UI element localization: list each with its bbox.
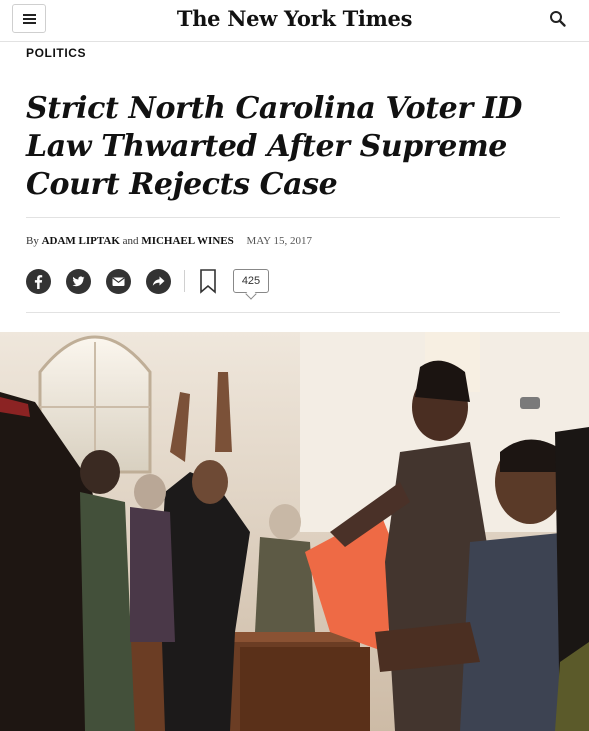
bookmark-icon[interactable] (199, 268, 217, 294)
facebook-share-button[interactable] (26, 268, 51, 294)
byline-joiner: and (122, 235, 139, 247)
speech-bubble-tail (245, 288, 257, 300)
publish-date: MAY 15, 2017 (246, 235, 312, 247)
share-toolbar: 425 (26, 266, 269, 300)
article-photo[interactable] (0, 332, 589, 731)
more-share-button[interactable] (146, 268, 171, 294)
email-share-button[interactable] (106, 268, 131, 294)
byline-prefix: By (26, 235, 39, 247)
twitter-share-button[interactable] (66, 268, 91, 294)
comment-count: 425 (241, 275, 261, 287)
comments-button[interactable]: 425 (233, 269, 269, 300)
share-arrow-icon (152, 276, 165, 286)
divider (26, 312, 560, 313)
section-label[interactable]: POLITICS (26, 46, 86, 60)
byline: By ADAM LIPTAK and MICHAEL WINES MAY 15,… (26, 235, 312, 247)
author-link[interactable]: MICHAEL WINES (141, 235, 233, 247)
toolbar-separator (184, 270, 185, 292)
search-icon[interactable] (549, 10, 567, 28)
article-headline: Strict North Carolina Voter ID Law Thwar… (26, 91, 523, 202)
email-icon (112, 277, 125, 286)
author-link[interactable]: ADAM LIPTAK (42, 235, 120, 247)
divider (26, 217, 560, 218)
twitter-icon (72, 275, 85, 286)
nyt-logo[interactable]: The New York Times (0, 6, 589, 31)
photo-illustration (0, 332, 589, 731)
masthead: The New York Times (0, 0, 589, 42)
facebook-icon (34, 274, 43, 289)
